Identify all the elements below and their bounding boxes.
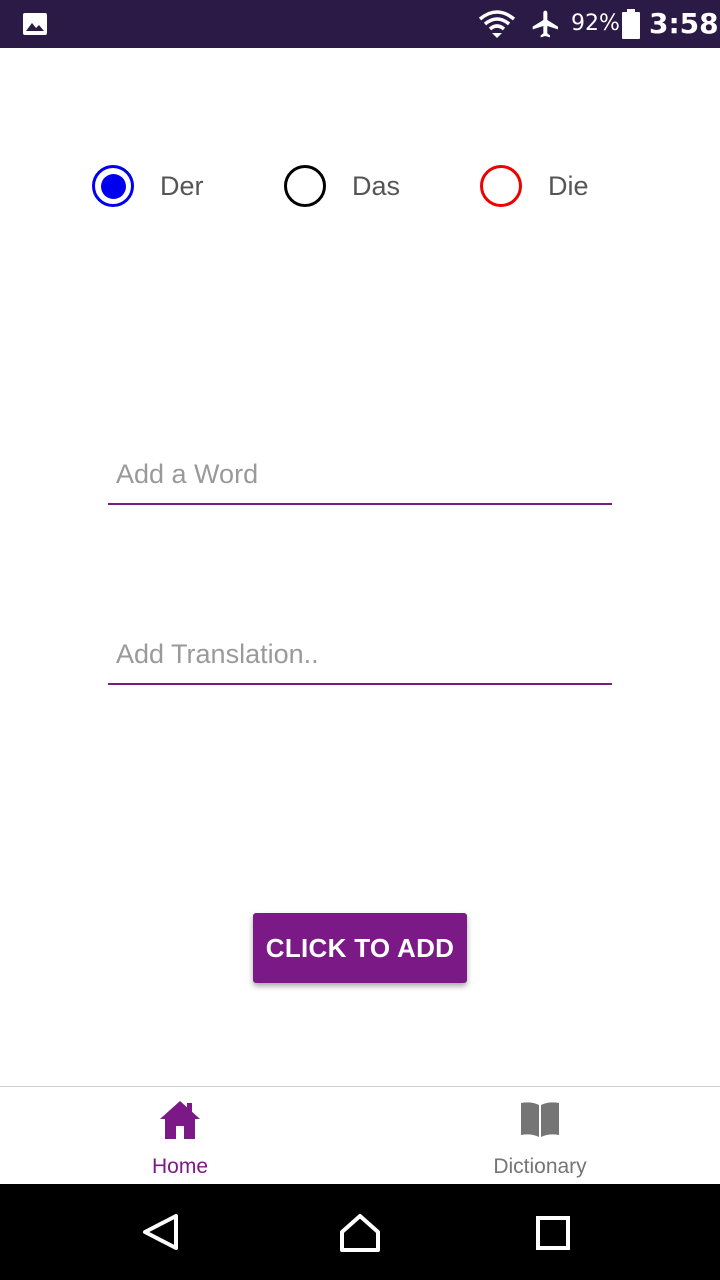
nav-label-dictionary: Dictionary — [493, 1155, 587, 1178]
radio-das-label: Das — [352, 170, 401, 201]
radio-die-ring — [480, 165, 522, 207]
radio-die[interactable]: Die — [480, 161, 589, 211]
image-icon — [23, 13, 47, 35]
recent-apps-icon[interactable] — [524, 1204, 580, 1260]
home-circle-icon[interactable] — [332, 1204, 388, 1260]
add-button[interactable]: CLICK TO ADD — [253, 913, 467, 983]
battery-icon — [622, 9, 640, 39]
radio-die-label: Die — [548, 170, 589, 201]
battery-percent: 92% — [571, 11, 620, 36]
nav-label-home: Home — [151, 1155, 209, 1178]
back-icon[interactable] — [132, 1204, 188, 1260]
radio-der-selected-dot — [100, 173, 126, 199]
radio-das[interactable]: Das — [284, 161, 400, 211]
translation-input[interactable] — [108, 625, 612, 685]
wifi-icon — [478, 10, 516, 38]
nav-item-dictionary[interactable]: Dictionary — [360, 1087, 720, 1185]
nav-item-home[interactable]: Home — [0, 1087, 360, 1185]
status-clock: 3:58 — [649, 7, 719, 40]
status-bar: 92% 3:58 — [0, 0, 720, 48]
system-navigation-bar — [0, 1184, 720, 1280]
airplane-mode-icon — [532, 10, 558, 38]
word-input[interactable] — [108, 445, 612, 505]
book-icon — [521, 1102, 559, 1137]
radio-der-label: Der — [160, 170, 204, 201]
radio-der-ring — [92, 165, 134, 207]
bottom-navigation: Home Dictionary — [0, 1086, 720, 1185]
radio-das-ring — [284, 165, 326, 207]
radio-der[interactable]: Der — [92, 161, 204, 211]
app-screen: 92% 3:58 Der Das Die CLICK TO ADD Home — [0, 0, 720, 1280]
home-icon — [160, 1101, 200, 1139]
